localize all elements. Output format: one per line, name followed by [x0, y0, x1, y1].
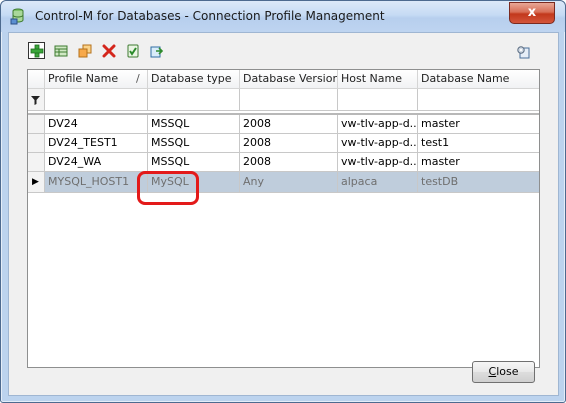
filter-cell-database-name[interactable] — [418, 89, 539, 111]
table-edit-icon — [54, 45, 68, 57]
column-header-label: Database Name — [421, 72, 510, 85]
cell-database-name[interactable]: master — [418, 153, 539, 172]
export-icon — [150, 46, 164, 58]
settings-icon — [517, 46, 530, 59]
cell-database-name[interactable]: test1 — [418, 134, 539, 153]
filter-icon — [31, 96, 40, 105]
close-button[interactable]: Close — [472, 361, 535, 383]
filter-row-header — [28, 89, 45, 111]
cell-host-name[interactable]: vw-tlv-app-d... — [338, 134, 418, 153]
settings-button[interactable] — [514, 43, 531, 60]
column-header-label: Database type — [151, 72, 232, 85]
cell-database-name[interactable]: master — [418, 115, 539, 134]
cell-profile-name[interactable]: MYSQL_HOST1 — [45, 172, 148, 193]
row-header[interactable] — [28, 134, 45, 153]
sort-indicator-icon: / — [136, 72, 140, 85]
column-header-database-name[interactable]: Database Name — [418, 70, 539, 89]
cell-database-type[interactable]: MSSQL — [148, 115, 240, 134]
cell-database-version[interactable]: 2008 — [240, 134, 338, 153]
cell-database-type[interactable]: MSSQL — [148, 134, 240, 153]
window-close-button[interactable]: x — [509, 2, 555, 24]
column-header-profile-name[interactable]: Profile Name / — [45, 70, 148, 89]
plus-icon — [30, 44, 44, 58]
highlight-annotation — [137, 171, 199, 205]
copy-profile-button[interactable] — [76, 42, 93, 59]
test-profile-button[interactable] — [124, 42, 141, 59]
current-row-marker-icon[interactable]: ▶ — [28, 172, 45, 193]
cell-database-type[interactable]: MSSQL — [148, 153, 240, 172]
title-bar[interactable]: Control-M for Databases - Connection Pro… — [1, 1, 565, 32]
column-header-database-version[interactable]: Database Version — [240, 70, 338, 89]
check-icon — [127, 44, 139, 58]
column-header-label: Profile Name — [48, 72, 119, 85]
row-header[interactable] — [28, 153, 45, 172]
dialog-client-area: Profile Name / Database type Database Ve… — [8, 32, 559, 396]
filter-cell-profile-name[interactable] — [45, 89, 148, 111]
copy-icon — [78, 44, 92, 58]
add-profile-button[interactable] — [28, 42, 45, 59]
connection-profile-window: Control-M for Databases - Connection Pro… — [0, 0, 566, 403]
cell-profile-name[interactable]: DV24 — [45, 115, 148, 134]
database-icon — [10, 8, 24, 25]
cell-database-version[interactable]: Any — [240, 172, 338, 193]
cell-profile-name[interactable]: DV24_TEST1 — [45, 134, 148, 153]
red-x-icon — [102, 44, 116, 58]
profiles-grid: Profile Name / Database type Database Ve… — [27, 69, 540, 368]
close-icon: x — [527, 5, 537, 20]
column-header-label: Database Version — [243, 72, 338, 85]
delete-profile-button[interactable] — [100, 42, 117, 59]
filter-cell-database-type[interactable] — [148, 89, 240, 111]
cell-database-name[interactable]: testDB — [418, 172, 539, 193]
cell-database-version[interactable]: 2008 — [240, 153, 338, 172]
filter-cell-host-name[interactable] — [338, 89, 418, 111]
column-header-host-name[interactable]: Host Name — [338, 70, 418, 89]
cell-host-name[interactable]: vw-tlv-app-d... — [338, 115, 418, 134]
cell-database-version[interactable]: 2008 — [240, 115, 338, 134]
edit-profile-button[interactable] — [52, 42, 69, 59]
cell-host-name[interactable]: vw-tlv-app-d... — [338, 153, 418, 172]
window-title: Control-M for Databases - Connection Pro… — [35, 9, 385, 23]
cell-host-name[interactable]: alpaca — [338, 172, 418, 193]
export-profile-button[interactable] — [148, 42, 165, 59]
column-header-label: Host Name — [341, 72, 402, 85]
filter-cell-database-version[interactable] — [240, 89, 338, 111]
row-header-corner — [28, 70, 45, 89]
row-header[interactable] — [28, 115, 45, 134]
column-header-database-type[interactable]: Database type — [148, 70, 240, 89]
close-label-rest: lose — [496, 365, 519, 378]
cell-profile-name[interactable]: DV24_WA — [45, 153, 148, 172]
